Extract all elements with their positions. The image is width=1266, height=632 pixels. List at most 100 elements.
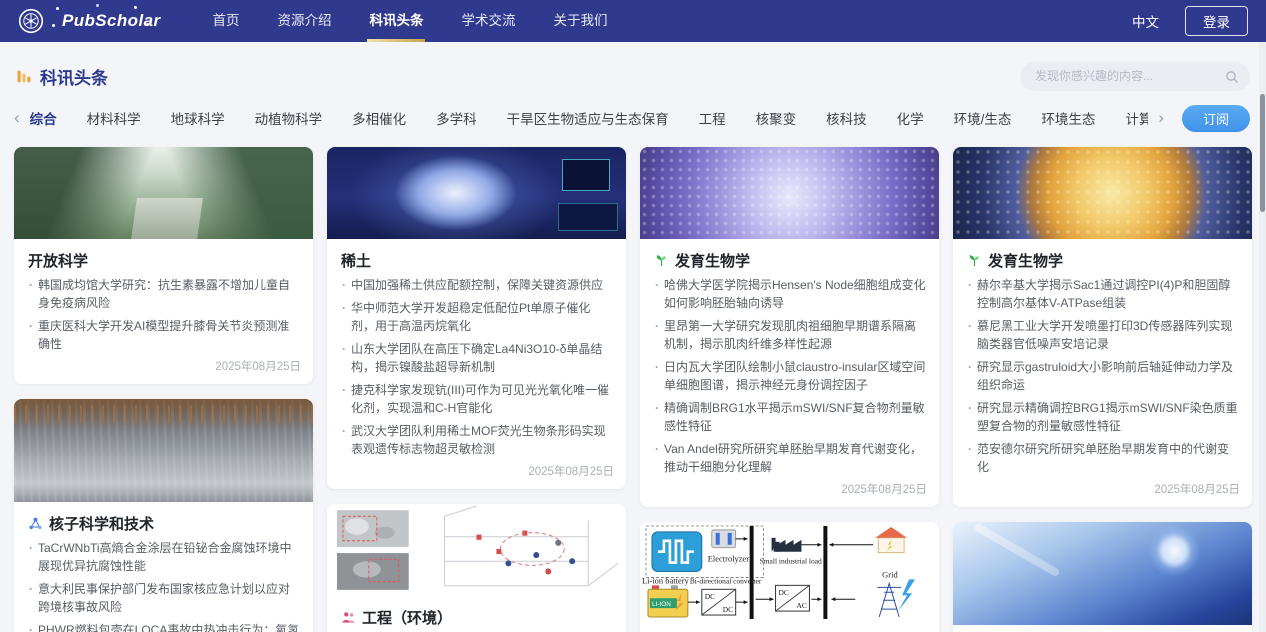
news-card-developmental-biology-1: 发育生物学 哈佛大学医学院揭示Hensen's Node细胞组成变化如何影响胚胎… xyxy=(640,147,939,507)
nav-item-about-us[interactable]: 关于我们 xyxy=(553,0,607,42)
cas-emblem-icon xyxy=(18,8,44,34)
card-category-label: 开放科学 xyxy=(28,250,88,271)
search-input[interactable] xyxy=(1020,62,1250,91)
news-item[interactable]: 研究显示精确调控BRG1揭示mSWI/SNF染色质重塑复合物的剂量敏感性特征 xyxy=(967,399,1240,435)
chevron-right-icon[interactable]: › xyxy=(1156,105,1166,131)
tab-environment-ecology[interactable]: 环境生态 xyxy=(1041,108,1095,128)
scrollbar-thumb[interactable] xyxy=(1260,94,1265,212)
subscribe-button[interactable]: 订阅 xyxy=(1182,105,1250,132)
sprout-icon xyxy=(654,253,669,268)
tab-computer-science[interactable]: 计算机科学 xyxy=(1125,108,1148,128)
tab-arid-zone-ecology[interactable]: 干旱区生物适应与生态保育 xyxy=(507,108,669,128)
news-item[interactable]: 慕尼黑工业大学开发喷墨打印3D传感器阵列实现脑类器官低噪声安培记录 xyxy=(967,317,1240,353)
card-category-title[interactable]: 工程（环境） xyxy=(341,607,614,628)
grid-column-1: 开放科学 韩国成均馆大学研究：抗生素暴露不增加儿童自身免疫病风险 重庆医科大学开… xyxy=(14,147,313,632)
card-category-label: 工程（环境） xyxy=(362,607,452,628)
card-image-metal-surface[interactable] xyxy=(14,399,313,502)
card-image-glowing-crystal[interactable] xyxy=(327,147,626,239)
grid-column-4: 发育生物学 赫尔辛基大学揭示Sac1通过调控PI(4)P和胆固醇控制高尔基体V-… xyxy=(953,147,1252,632)
nav-item-resources[interactable]: 资源介绍 xyxy=(277,0,331,42)
news-card-optics: 光学 大阪大学开发时间确定性冷冻光学显微镜技术，毫秒冻结细胞捕捉动态瞬间 基于多… xyxy=(953,522,1252,632)
news-item[interactable]: 哈佛大学医学院揭示Hensen's Node细胞组成变化如何影响胚胎轴向诱导 xyxy=(654,276,927,312)
news-item[interactable]: 意大利民事保护部门发布国家核应急计划以应对跨境核事故风险 xyxy=(28,580,301,616)
card-date: 2025年08月25日 xyxy=(341,463,614,479)
news-card-environmental-sustainability: Electrolyzer Li-ion battery LI-ION Bi-di… xyxy=(640,522,939,632)
news-item[interactable]: 范安德尔研究所研究单胚胎早期发育中的代谢变化 xyxy=(967,440,1240,476)
news-item[interactable]: 里昂第一大学研究发现肌肉祖细胞早期谱系隔离机制，揭示肌肉纤维多样性起源 xyxy=(654,317,927,353)
diagram-label-load: Small industrial load xyxy=(760,557,822,566)
diagram-label-dc1: DC xyxy=(705,592,715,601)
main-nav: 首页 资源介绍 科讯头条 学术交流 关于我们 xyxy=(212,0,607,42)
news-card-nuclear-science: 核子科学和技术 TaCrWNbTi高熵合金涂层在铅铋合金腐蚀环境中展现优异抗腐蚀… xyxy=(14,399,313,632)
news-grid: 开放科学 韩国成均馆大学研究：抗生素暴露不增加儿童自身免疫病风险 重庆医科大学开… xyxy=(14,147,1252,632)
category-tabs-bar: ‹ 综合 材料科学 地球科学 动植物科学 多相催化 多学科 干旱区生物适应与生态… xyxy=(12,104,1250,132)
news-card-rare-earth: 稀土 中国加强稀土供应配额控制，保障关键资源供应 华中师范大学开发超稳定低配位P… xyxy=(327,147,626,489)
news-card-developmental-biology-2: 发育生物学 赫尔辛基大学揭示Sac1通过调控PI(4)P和胆固醇控制高尔基体V-… xyxy=(953,147,1252,507)
tab-environment-ecology-slash[interactable]: 环境/生态 xyxy=(954,108,1012,128)
tab-nuclear-tech[interactable]: 核科技 xyxy=(826,108,867,128)
tab-earth-science[interactable]: 地球科学 xyxy=(171,108,225,128)
bar-chart-icon xyxy=(16,68,32,85)
tab-heterogeneous-catalysis[interactable]: 多相催化 xyxy=(352,108,406,128)
tab-materials-science[interactable]: 材料科学 xyxy=(87,108,141,128)
tab-nuclear-fusion[interactable]: 核聚变 xyxy=(756,108,797,128)
page-title: 科讯头条 xyxy=(40,64,108,89)
card-category-label: 发育生物学 xyxy=(675,250,750,271)
diagram-label-dc2: DC xyxy=(723,605,733,614)
grid-column-2: 稀土 中国加强稀土供应配额控制，保障关键资源供应 华中师范大学开发超稳定低配位P… xyxy=(327,147,626,632)
card-category-title[interactable]: 核子科学和技术 xyxy=(28,513,301,534)
nav-item-home[interactable]: 首页 xyxy=(212,0,239,42)
news-item[interactable]: 山东大学团队在高压下确定La4Ni3O10-δ单晶结构，揭示镍酸盐超导新机制 xyxy=(341,340,614,376)
people-icon xyxy=(341,610,356,625)
diagram-label-battery-cell: LI-ION xyxy=(652,601,671,608)
card-category-title[interactable]: 开放科学 xyxy=(28,250,301,271)
news-card-open-science: 开放科学 韩国成均馆大学研究：抗生素暴露不增加儿童自身免疫病风险 重庆医科大学开… xyxy=(14,147,313,384)
brand-logo[interactable]: PubScholar xyxy=(18,8,168,34)
grid-column-3: 发育生物学 哈佛大学医学院揭示Hensen's Node细胞组成变化如何影响胚胎… xyxy=(640,147,939,632)
scrollbar-track[interactable] xyxy=(1259,42,1266,632)
nav-item-academic-exchange[interactable]: 学术交流 xyxy=(461,0,515,42)
news-item[interactable]: 中国加强稀土供应配额控制，保障关键资源供应 xyxy=(341,276,614,294)
tab-engineering[interactable]: 工程 xyxy=(699,108,726,128)
nav-item-news-headlines[interactable]: 科讯头条 xyxy=(369,0,423,42)
news-item[interactable]: Van Andel研究所研究单胚胎早期发育代谢变化，推动干细胞分化理解 xyxy=(654,440,927,476)
diagram-label-ac: AC xyxy=(796,601,806,610)
login-button[interactable]: 登录 xyxy=(1185,6,1248,36)
card-image-purple-cell[interactable] xyxy=(640,147,939,239)
news-item[interactable]: 精确调制BRG1水平揭示mSWI/SNF复合物剂量敏感性特征 xyxy=(654,399,927,435)
news-item[interactable]: 赫尔辛基大学揭示Sac1通过调控PI(4)P和胆固醇控制高尔基体V-ATPase… xyxy=(967,276,1240,312)
tab-plant-animal-science[interactable]: 动植物科学 xyxy=(255,108,323,128)
news-item[interactable]: TaCrWNbTi高熵合金涂层在铅铋合金腐蚀环境中展现优异抗腐蚀性能 xyxy=(28,539,301,575)
news-item[interactable]: 研究显示gastruloid大小影响前后轴延伸动力学及组织命运 xyxy=(967,358,1240,394)
search-icon[interactable] xyxy=(1225,70,1239,89)
atom-icon xyxy=(28,516,43,531)
news-card-engineering-environment: 工程（环境） 不同来源聚乙烯微塑料衍生的镉（Ⅱ）载体效应的比较研究 苏州式园林水… xyxy=(327,504,626,632)
tab-multidisciplinary[interactable]: 多学科 xyxy=(436,108,477,128)
card-category-label: 发育生物学 xyxy=(988,250,1063,271)
page-header: 科讯头条 xyxy=(16,61,1250,91)
card-category-title[interactable]: 稀土 xyxy=(341,250,614,271)
news-item[interactable]: 华中师范大学开发超稳定低配位Pt单原子催化剂，用于高温丙烷氧化 xyxy=(341,299,614,335)
news-item[interactable]: 韩国成均馆大学研究：抗生素暴露不增加儿童自身免疫病风险 xyxy=(28,276,301,312)
tab-general[interactable]: 综合 xyxy=(30,108,57,128)
card-category-title[interactable]: 发育生物学 xyxy=(654,250,927,271)
language-switcher[interactable]: 中文 xyxy=(1132,11,1159,31)
news-item[interactable]: 捷克科学家发现钪(III)可作为可见光光氧化唯一催化剂，实现温和C-H官能化 xyxy=(341,381,614,417)
card-category-title[interactable]: 发育生物学 xyxy=(967,250,1240,271)
diagram-label-dc3: DC xyxy=(779,588,789,597)
diagram-label-battery: Li-ion battery xyxy=(642,575,690,585)
card-image-blue-microscopy[interactable] xyxy=(953,522,1252,625)
search-box xyxy=(1020,62,1250,91)
card-date: 2025年08月25日 xyxy=(28,358,301,374)
top-navbar: PubScholar 首页 资源介绍 科讯头条 学术交流 关于我们 中文 登录 xyxy=(0,0,1266,42)
card-image-scatter-figure[interactable] xyxy=(327,504,626,596)
news-item[interactable]: 武汉大学团队利用稀土MOF荧光生物条形码实现表观遗传标志物超灵敏检测 xyxy=(341,422,614,458)
news-item[interactable]: 日内瓦大学团队绘制小鼠claustro-insular区域空间单细胞图谱，揭示神… xyxy=(654,358,927,394)
card-image-energy-diagram[interactable]: Electrolyzer Li-ion battery LI-ION Bi-di… xyxy=(640,522,939,619)
news-item[interactable]: PHWR燃料包壳在LOCA事故中热冲击行为：氧氢协同效应导致裂纹 xyxy=(28,621,301,632)
card-image-green-campus[interactable] xyxy=(14,147,313,239)
card-image-orange-cell[interactable] xyxy=(953,147,1252,239)
tab-chemistry[interactable]: 化学 xyxy=(897,108,924,128)
news-item[interactable]: 重庆医科大学开发AI模型提升膝骨关节炎预测准确性 xyxy=(28,317,301,353)
chevron-left-icon[interactable]: ‹ xyxy=(12,105,22,131)
